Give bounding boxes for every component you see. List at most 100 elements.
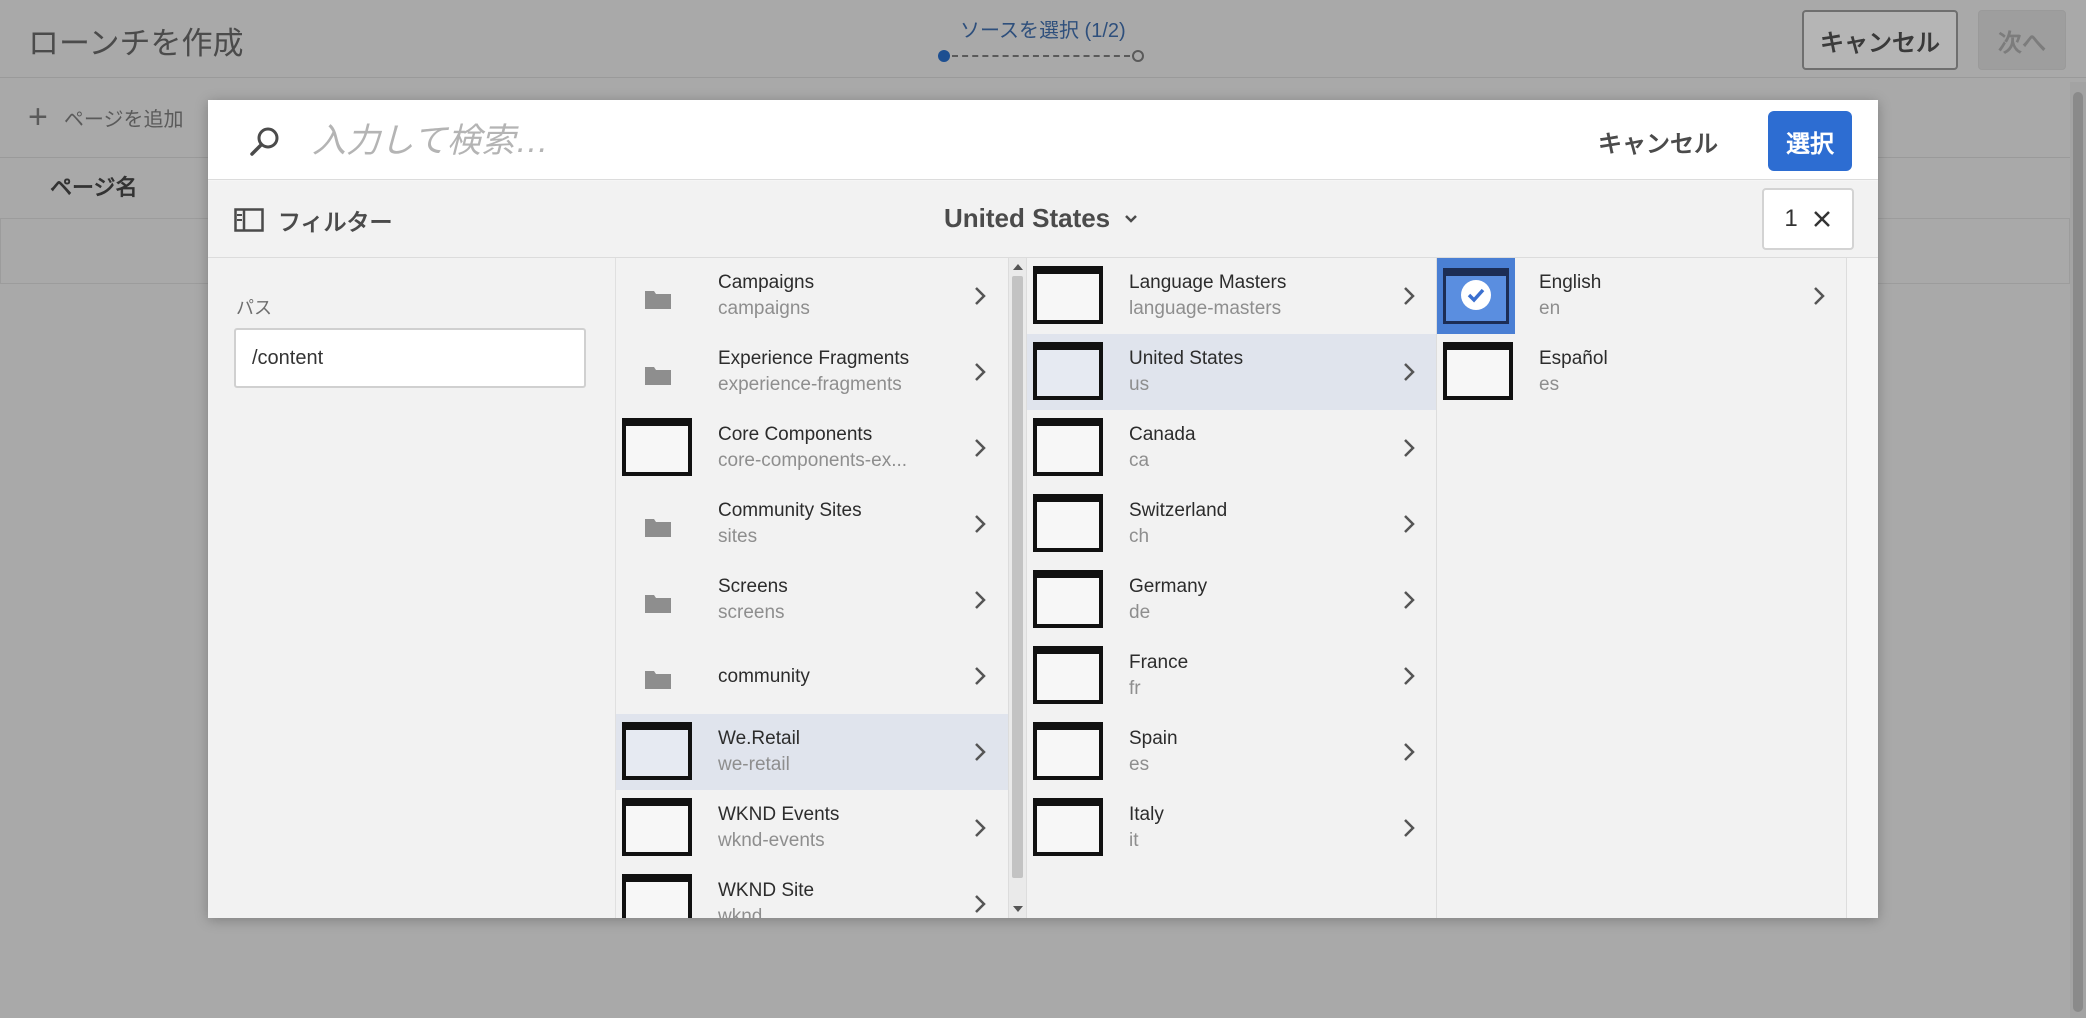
item-name: de bbox=[1129, 602, 1151, 623]
item-thumbnail bbox=[1033, 794, 1103, 862]
scrollbar-thumb[interactable] bbox=[2073, 92, 2083, 1012]
item-title: Switzerland bbox=[1129, 500, 1228, 521]
list-item[interactable]: Experience Fragments experience-fragments bbox=[616, 334, 1008, 410]
item-title: Español bbox=[1539, 348, 1608, 369]
page-thumbnail bbox=[1033, 266, 1103, 324]
list-item[interactable]: Italy it bbox=[1027, 790, 1436, 866]
chevron-right-icon[interactable] bbox=[974, 742, 986, 762]
chevron-right-icon[interactable] bbox=[1403, 590, 1415, 610]
item-thumbnail bbox=[1033, 642, 1103, 710]
filter-panel: パス bbox=[208, 258, 616, 918]
folder-icon bbox=[645, 671, 671, 689]
page-title: ローンチを作成 bbox=[28, 26, 244, 61]
wizard-step-label: ソースを選択 (1/2) bbox=[960, 20, 1126, 42]
chevron-right-icon[interactable] bbox=[1403, 818, 1415, 838]
item-thumbnail bbox=[1033, 414, 1103, 482]
page-thumbnail bbox=[1033, 798, 1103, 856]
item-name: sites bbox=[718, 526, 758, 547]
dialog-body: パス Campaigns campaigns Experience Fragment… bbox=[208, 100, 1878, 918]
list-item[interactable]: community bbox=[616, 638, 1008, 714]
page-thumbnail bbox=[622, 418, 692, 476]
item-thumbnail bbox=[1033, 338, 1103, 406]
item-thumbnail bbox=[622, 642, 692, 710]
item-name: es bbox=[1129, 754, 1150, 775]
item-thumbnail bbox=[622, 338, 692, 406]
chevron-right-icon[interactable] bbox=[974, 438, 986, 458]
list-item[interactable]: Core Components core-components-ex... bbox=[616, 410, 1008, 486]
folder-icon bbox=[645, 291, 671, 309]
add-page-button[interactable]: + ページを追加 bbox=[28, 100, 183, 134]
selected-thumbnail[interactable] bbox=[1437, 258, 1515, 334]
step-1-indicator bbox=[938, 50, 950, 62]
item-name: us bbox=[1129, 374, 1150, 395]
page-thumbnail bbox=[1443, 342, 1513, 400]
item-name: es bbox=[1539, 374, 1560, 395]
item-name: ch bbox=[1129, 526, 1150, 547]
list-item[interactable]: WKND Events wknd-events bbox=[616, 790, 1008, 866]
page-thumbnail bbox=[622, 874, 692, 918]
chevron-right-icon[interactable] bbox=[974, 666, 986, 686]
path-input[interactable] bbox=[234, 328, 586, 388]
chevron-right-icon[interactable] bbox=[974, 362, 986, 382]
item-name: en bbox=[1539, 298, 1561, 319]
list-item[interactable]: Canada ca bbox=[1027, 410, 1436, 486]
chevron-right-icon[interactable] bbox=[1403, 666, 1415, 686]
chevron-right-icon[interactable] bbox=[1403, 362, 1415, 382]
list-item[interactable]: Language Masters language-masters bbox=[1027, 258, 1436, 334]
folder-icon bbox=[645, 595, 671, 613]
column-1: Campaigns campaigns Experience Fragments ex… bbox=[616, 258, 1026, 918]
item-title: WKND Site bbox=[718, 880, 815, 901]
list-item[interactable]: Campaigns campaigns bbox=[616, 258, 1008, 334]
scroll-down-icon[interactable] bbox=[1013, 906, 1023, 912]
page-thumbnail bbox=[622, 798, 692, 856]
item-title: Community Sites bbox=[718, 500, 862, 521]
scroll-up-icon[interactable] bbox=[1013, 264, 1023, 270]
list-item[interactable]: Español es bbox=[1437, 334, 1846, 410]
chevron-right-icon[interactable] bbox=[974, 286, 986, 306]
list-item[interactable]: Germany de bbox=[1027, 562, 1436, 638]
page-thumbnail bbox=[1033, 722, 1103, 780]
item-thumbnail bbox=[622, 414, 692, 482]
list-item[interactable]: WKND Site wknd bbox=[616, 866, 1008, 918]
item-title: We.Retail bbox=[718, 728, 801, 749]
chevron-right-icon[interactable] bbox=[1403, 742, 1415, 762]
chevron-right-icon[interactable] bbox=[1403, 286, 1415, 306]
item-title: Language Masters bbox=[1129, 272, 1287, 293]
item-thumbnail bbox=[622, 566, 692, 634]
list-item[interactable]: United States us bbox=[1027, 334, 1436, 410]
scrollbar-thumb[interactable] bbox=[1012, 276, 1023, 878]
chevron-right-icon[interactable] bbox=[974, 514, 986, 534]
item-title: Germany bbox=[1129, 576, 1208, 597]
list-item[interactable]: France fr bbox=[1027, 638, 1436, 714]
wizard-progress bbox=[938, 50, 1144, 62]
column-scrollbar[interactable] bbox=[1008, 258, 1026, 918]
page-thumbnail bbox=[1033, 570, 1103, 628]
chevron-right-icon[interactable] bbox=[974, 818, 986, 838]
item-name: screens bbox=[718, 602, 785, 623]
item-title: Core Components bbox=[718, 424, 873, 445]
list-item[interactable]: English en bbox=[1437, 258, 1846, 334]
list-item[interactable]: Screens screens bbox=[616, 562, 1008, 638]
item-title: Italy bbox=[1129, 804, 1164, 825]
list-item[interactable]: We.Retail we-retail bbox=[616, 714, 1008, 790]
item-name: wknd-events bbox=[718, 830, 825, 851]
chevron-right-icon[interactable] bbox=[1813, 286, 1825, 306]
item-title: Campaigns bbox=[718, 272, 815, 293]
page-scrollbar[interactable] bbox=[2070, 82, 2086, 1018]
chevron-right-icon[interactable] bbox=[974, 590, 986, 610]
page-thumbnail bbox=[1033, 494, 1103, 552]
item-name: ca bbox=[1129, 450, 1150, 471]
page-thumbnail bbox=[622, 722, 692, 780]
item-thumbnail bbox=[622, 870, 692, 918]
chevron-right-icon[interactable] bbox=[1403, 438, 1415, 458]
chevron-right-icon[interactable] bbox=[1403, 514, 1415, 534]
page-thumbnail bbox=[1033, 342, 1103, 400]
item-name: fr bbox=[1129, 678, 1141, 699]
item-thumbnail bbox=[622, 794, 692, 862]
list-item[interactable]: Spain es bbox=[1027, 714, 1436, 790]
list-item[interactable]: Switzerland ch bbox=[1027, 486, 1436, 562]
wizard-cancel-button[interactable]: キャンセル bbox=[1802, 10, 1958, 70]
list-item[interactable]: Community Sites sites bbox=[616, 486, 1008, 562]
chevron-right-icon[interactable] bbox=[974, 894, 986, 914]
wizard-next-button[interactable]: 次へ bbox=[1978, 10, 2066, 70]
